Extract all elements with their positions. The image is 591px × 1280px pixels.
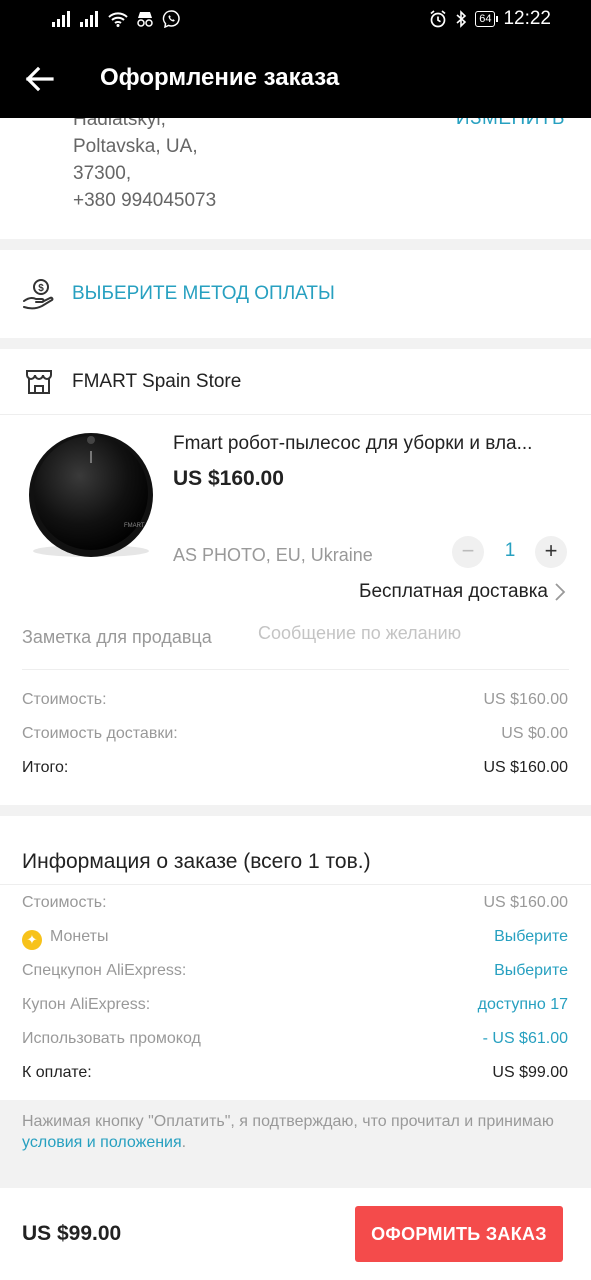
order-row-value: US $99.00 — [492, 1064, 568, 1081]
order-row-coins[interactable]: ✦ Монеты Выберите — [22, 928, 568, 950]
quantity-decrease-button[interactable]: − — [452, 536, 484, 568]
order-row-label: Стоимость: — [22, 894, 107, 911]
coupon-available-link[interactable]: доступно 17 — [478, 996, 568, 1014]
product-title[interactable]: Fmart робот-пылесос для уборки и вла... — [173, 433, 558, 455]
divider — [0, 884, 591, 885]
product-price: US $160.00 — [173, 467, 284, 490]
coin-icon: ✦ — [22, 930, 42, 950]
terms-notice: Нажимая кнопку "Оплатить", я подтверждаю… — [0, 1100, 591, 1162]
wifi-icon — [108, 12, 128, 27]
terms-end: . — [181, 1134, 187, 1151]
order-row-cost: Стоимость: US $160.00 — [22, 894, 568, 912]
store-header[interactable]: FMART Spain Store — [0, 349, 591, 415]
shipping-option[interactable]: Бесплатная доставка — [359, 581, 566, 603]
status-icons-right: 64 12:22 — [429, 8, 551, 30]
signal-icon-2 — [80, 11, 98, 27]
order-row-special-coupon[interactable]: Спецкупон AliExpress: Выберите — [22, 962, 568, 980]
order-row-coupon[interactable]: Купон AliExpress: доступно 17 — [22, 996, 568, 1014]
store-icon — [26, 369, 52, 394]
summary-label: Итого: — [22, 759, 69, 776]
address-line: Hadiatskyi, — [73, 118, 166, 130]
order-row-label: Купон AliExpress: — [22, 996, 151, 1013]
total-amount: US $99.00 — [22, 1222, 122, 1245]
summary-label: Стоимость: — [22, 691, 107, 708]
battery-icon: 64 — [475, 11, 499, 27]
status-icons-left — [52, 10, 180, 28]
terms-link[interactable]: условия и положения — [22, 1134, 182, 1151]
summary-value: US $160.00 — [483, 691, 568, 708]
payment-hand-coin-icon: $ — [23, 279, 54, 310]
order-row-label: К оплате: — [22, 1064, 92, 1081]
order-row-value: US $160.00 — [483, 894, 568, 911]
shipping-label: Бесплатная доставка — [359, 581, 548, 602]
quantity-increase-button[interactable]: + — [535, 536, 567, 568]
special-coupon-select-link[interactable]: Выберите — [494, 962, 568, 980]
address-line: 37300, — [73, 163, 132, 184]
payment-method-card[interactable]: $ ВЫБЕРИТЕ МЕТОД ОПЛАТЫ — [0, 250, 591, 338]
summary-row-total: Итого: US $160.00 — [22, 759, 568, 777]
summary-row-shipping: Стоимость доставки: US $0.00 — [22, 725, 568, 743]
svg-text:$: $ — [38, 283, 44, 294]
status-bar: 64 12:22 — [0, 0, 591, 40]
order-row-promocode[interactable]: Использовать промокод - US $61.00 — [22, 1030, 568, 1048]
page-title: Оформление заказа — [100, 64, 340, 91]
back-arrow-icon[interactable] — [22, 62, 56, 96]
order-info-title: Информация о заказе (всего 1 тов.) — [22, 850, 371, 873]
store-card: FMART Spain Store FMART Fmart робот-пыле… — [0, 349, 591, 805]
coins-label: Монеты — [50, 928, 109, 945]
divider — [22, 669, 569, 670]
address-line: Poltavska, UA, — [73, 136, 198, 157]
place-order-button[interactable]: ОФОРМИТЬ ЗАКАЗ — [355, 1206, 563, 1262]
address-line: +380 994045073 — [73, 190, 217, 211]
summary-row-cost: Стоимость: US $160.00 — [22, 691, 568, 709]
payment-method-row[interactable]: $ ВЫБЕРИТЕ МЕТОД ОПЛАТЫ — [0, 250, 591, 338]
address-card[interactable]: Hadiatskyi, Poltavska, UA, 37300, +380 9… — [0, 118, 591, 239]
chevron-right-icon — [555, 583, 566, 601]
change-address-link[interactable]: ИЗМЕНИТЬ — [456, 118, 565, 130]
select-payment-method-link[interactable]: ВЫБЕРИТЕ МЕТОД ОПЛАТЫ — [72, 283, 335, 305]
alarm-icon — [430, 10, 446, 28]
viber-icon — [162, 10, 180, 28]
store-name[interactable]: FMART Spain Store — [72, 371, 241, 393]
clock: 12:22 — [503, 8, 551, 29]
incognito-icon — [137, 12, 153, 27]
order-row-label: Использовать промокод — [22, 1030, 201, 1047]
summary-label: Стоимость доставки: — [22, 725, 178, 742]
product-image[interactable]: FMART — [24, 431, 158, 565]
order-row-label: Спецкупон AliExpress: — [22, 962, 187, 979]
quantity-value: 1 — [504, 540, 516, 561]
terms-text: Нажимая кнопку "Оплатить", я подтверждаю… — [22, 1113, 554, 1130]
seller-note-label: Заметка для продавца — [22, 627, 212, 647]
order-row-label: ✦ Монеты — [22, 928, 108, 950]
product-variant[interactable]: AS PHOTO, EU, Ukraine — [173, 545, 373, 566]
summary-value: US $160.00 — [483, 759, 568, 776]
checkout-bar: US $99.00 ОФОРМИТЬ ЗАКАЗ — [0, 1188, 591, 1280]
summary-value: US $0.00 — [501, 725, 568, 742]
bluetooth-icon — [456, 10, 467, 28]
order-row-to-pay: К оплате: US $99.00 — [22, 1064, 568, 1082]
address-lines: Hadiatskyi, Poltavska, UA, 37300, +380 9… — [73, 118, 216, 214]
promocode-discount-link[interactable]: - US $61.00 — [483, 1030, 568, 1048]
order-info-card: Информация о заказе (всего 1 тов.) Стоим… — [0, 816, 591, 1100]
svg-text:FMART: FMART — [124, 523, 145, 529]
app-bar: Оформление заказа — [0, 40, 591, 118]
coins-select-link[interactable]: Выберите — [494, 928, 568, 950]
seller-note-input[interactable] — [258, 623, 558, 644]
signal-icon — [52, 11, 70, 27]
